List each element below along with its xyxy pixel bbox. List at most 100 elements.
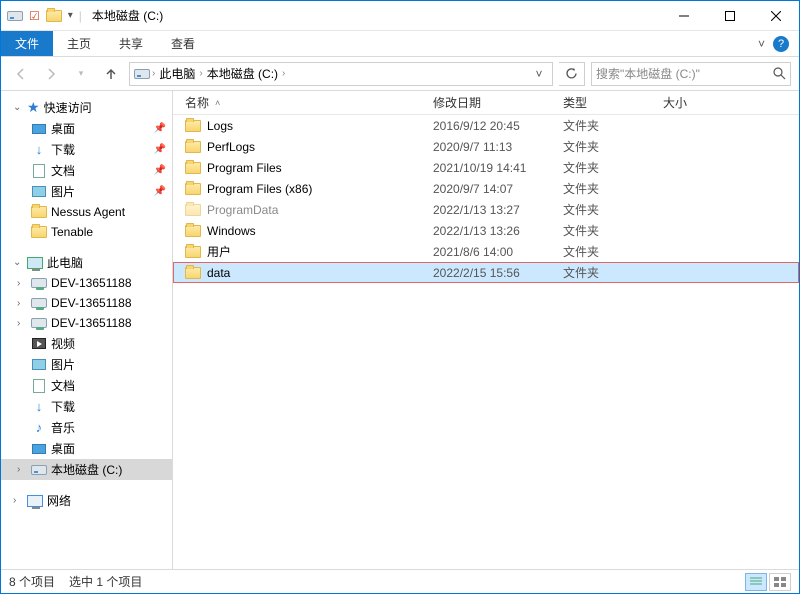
sidebar-item[interactable]: ♪音乐 (1, 417, 172, 438)
sidebar-item[interactable]: ›DEV-13651188 (1, 313, 172, 333)
file-type: 文件夹 (563, 222, 663, 239)
expand-icon[interactable]: › (17, 464, 27, 475)
file-row[interactable]: PerfLogs2020/9/7 11:13文件夹 (173, 136, 799, 157)
nav-recent-button[interactable]: ▾ (69, 62, 93, 86)
sidebar-item[interactable]: ›本地磁盘 (C:) (1, 459, 172, 480)
column-label: 名称 (185, 94, 209, 111)
sidebar-item[interactable]: 桌面 (1, 438, 172, 459)
file-date: 2022/1/13 13:26 (433, 224, 563, 238)
breadcrumb-disk-icon (134, 66, 150, 82)
close-button[interactable] (753, 1, 799, 31)
qat-folder-icon[interactable] (46, 8, 62, 24)
file-date: 2020/9/7 14:07 (433, 182, 563, 196)
sidebar-item[interactable]: ›DEV-13651188 (1, 273, 172, 293)
sidebar-item[interactable]: ↓下载 (1, 396, 172, 417)
status-selection-count: 选中 1 个项目 (69, 573, 142, 590)
folder-icon (185, 202, 201, 218)
navigation-pane[interactable]: ⌄ ★ 快速访问 桌面📌↓下载📌文档📌图片📌Nessus AgentTenabl… (1, 91, 173, 569)
file-row[interactable]: 用户2021/8/6 14:00文件夹 (173, 241, 799, 262)
icons-view-button[interactable] (769, 573, 791, 591)
breadcrumb-dropdown-icon[interactable]: ˅ (530, 67, 548, 81)
nav-label: 快速访问 (44, 99, 92, 116)
file-date: 2021/10/19 14:41 (433, 161, 563, 175)
file-row[interactable]: Program Files2021/10/19 14:41文件夹 (173, 157, 799, 178)
expand-icon[interactable]: ⌄ (13, 102, 23, 113)
documents-icon (31, 378, 47, 394)
pin-icon: 📌 (154, 186, 166, 197)
pin-icon: 📌 (154, 123, 166, 134)
column-name[interactable]: 名称 ˄ (181, 94, 433, 111)
nav-up-button[interactable] (99, 62, 123, 86)
tab-file[interactable]: 文件 (1, 31, 53, 56)
sidebar-item[interactable]: 文档 (1, 375, 172, 396)
column-type[interactable]: 类型 (563, 94, 663, 111)
search-box[interactable] (591, 62, 791, 86)
tab-home[interactable]: 主页 (53, 31, 105, 56)
sidebar-item-label: DEV-13651188 (51, 296, 132, 310)
breadcrumb-sep-icon[interactable]: › (152, 68, 155, 79)
file-list[interactable]: Logs2016/9/12 20:45文件夹PerfLogs2020/9/7 1… (173, 115, 799, 569)
details-view-button[interactable] (745, 573, 767, 591)
sidebar-item[interactable]: 图片 (1, 354, 172, 375)
breadcrumb-this-pc[interactable]: 此电脑 (157, 65, 197, 82)
file-type: 文件夹 (563, 138, 663, 155)
file-name: Windows (207, 224, 256, 238)
folder-icon (185, 139, 201, 155)
file-row[interactable]: Windows 2022/1/13 13:26文件夹 (173, 220, 799, 241)
sidebar-item[interactable]: › DEV-13651188 (1, 293, 172, 313)
nav-group-this-pc: ⌄ 此电脑 ›DEV-13651188›DEV-13651188›DEV-136… (1, 252, 172, 480)
file-row[interactable]: Program Files (x86)2020/9/7 14:07文件夹 (173, 178, 799, 199)
help-icon[interactable]: ? (773, 36, 789, 52)
sidebar-item-label: 文档 (51, 162, 75, 179)
qat-checkbox-icon[interactable]: ☑ (29, 9, 40, 23)
refresh-button[interactable] (559, 62, 585, 86)
sidebar-item[interactable]: Tenable (1, 222, 172, 242)
folder-icon (31, 204, 47, 220)
breadcrumb-sep-icon[interactable]: › (282, 68, 285, 79)
sidebar-item[interactable]: ↓下载📌 (1, 139, 172, 160)
search-input[interactable] (596, 67, 773, 81)
search-icon[interactable] (773, 67, 786, 80)
music-icon: ♪ (31, 420, 47, 436)
maximize-button[interactable] (707, 1, 753, 31)
sidebar-item[interactable]: 桌面📌 (1, 118, 172, 139)
sidebar-item-label: 文档 (51, 377, 75, 394)
file-row[interactable]: data2022/2/15 15:56文件夹 (173, 262, 799, 283)
file-row[interactable]: ProgramData2022/1/13 13:27文件夹 (173, 199, 799, 220)
folder-icon (31, 224, 47, 240)
expand-icon[interactable]: › (17, 318, 27, 329)
status-bar: 8 个项目 选中 1 个项目 (1, 569, 799, 593)
title-bar: ☑ ▾ | 本地磁盘 (C:) (1, 1, 799, 31)
pictures-icon (31, 184, 47, 200)
quick-access-toolbar: ☑ ▾ | (1, 8, 88, 24)
file-list-pane: 名称 ˄ 修改日期 类型 大小 Logs2016/9/12 20:45文件夹Pe… (173, 91, 799, 569)
breadcrumb-sep-icon[interactable]: › (199, 68, 202, 79)
tab-share[interactable]: 共享 (105, 31, 157, 56)
qat-divider: | (79, 9, 82, 23)
expand-icon[interactable]: › (17, 298, 27, 309)
nav-this-pc[interactable]: ⌄ 此电脑 (1, 252, 172, 273)
tab-view[interactable]: 查看 (157, 31, 209, 56)
column-date[interactable]: 修改日期 (433, 94, 563, 111)
sidebar-item[interactable]: Nessus Agent (1, 202, 172, 222)
breadcrumb-local-disk-c[interactable]: 本地磁盘 (C:) (205, 65, 280, 82)
pictures-icon (31, 357, 47, 373)
file-date: 2021/8/6 14:00 (433, 245, 563, 259)
column-size[interactable]: 大小 (663, 94, 799, 111)
nav-quick-access[interactable]: ⌄ ★ 快速访问 (1, 97, 172, 118)
expand-icon[interactable]: ⌄ (13, 257, 23, 268)
nav-network[interactable]: › 网络 (1, 490, 172, 511)
network-icon (27, 493, 43, 509)
file-row[interactable]: Logs2016/9/12 20:45文件夹 (173, 115, 799, 136)
sidebar-item[interactable]: 文档📌 (1, 160, 172, 181)
sidebar-item[interactable]: 图片📌 (1, 181, 172, 202)
qat-overflow-icon[interactable]: ▾ (68, 10, 73, 21)
minimize-button[interactable] (661, 1, 707, 31)
nav-back-button[interactable] (9, 62, 33, 86)
ribbon-expand-icon[interactable]: ˅ (758, 37, 765, 51)
expand-icon[interactable]: › (13, 495, 23, 506)
breadcrumb[interactable]: › 此电脑 › 本地磁盘 (C:) › ˅ (129, 62, 553, 86)
nav-forward-button[interactable] (39, 62, 63, 86)
expand-icon[interactable]: › (17, 278, 27, 289)
sidebar-item[interactable]: 视频 (1, 333, 172, 354)
